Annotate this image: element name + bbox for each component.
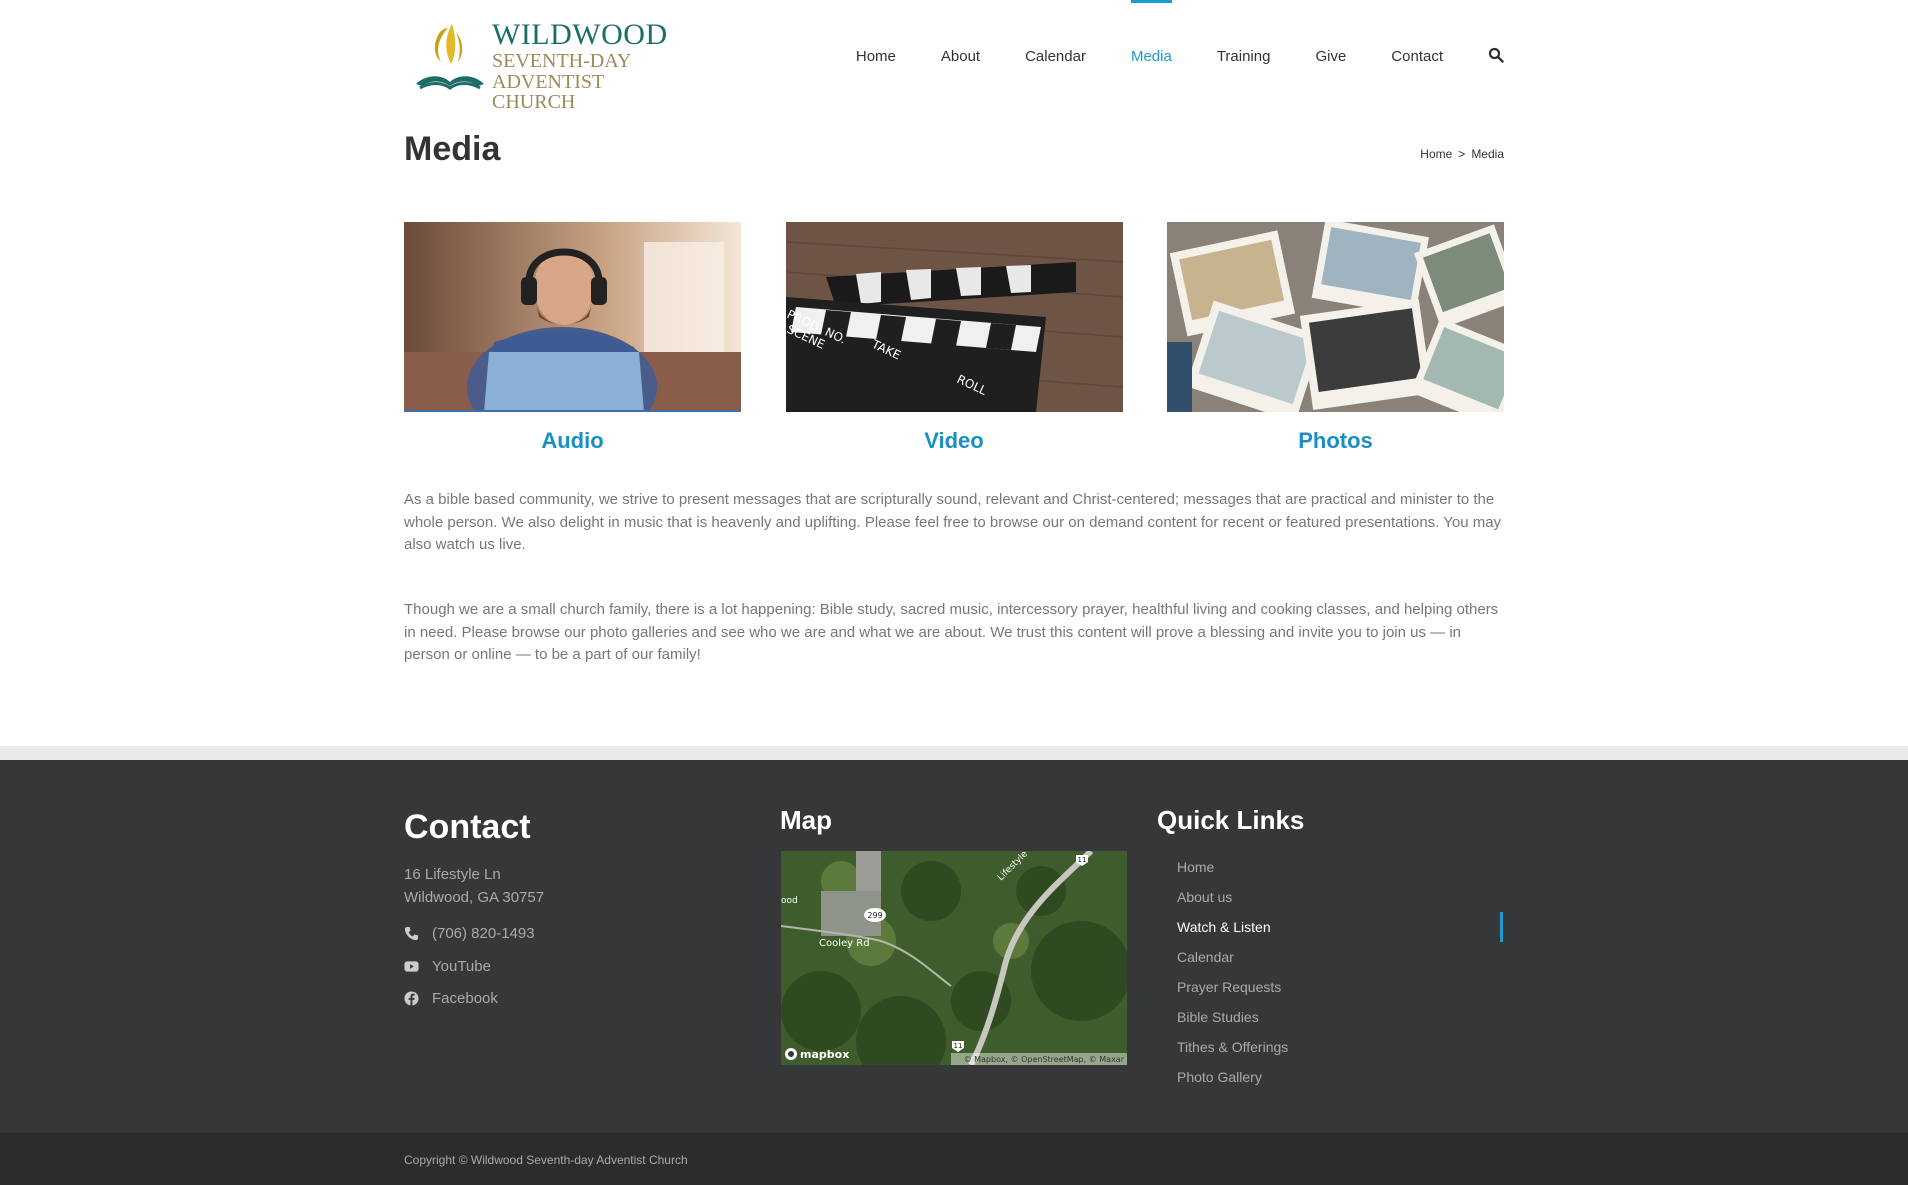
address: 16 Lifestyle Ln Wildwood, GA 30757 <box>404 863 544 909</box>
nav-home[interactable]: Home <box>856 0 896 110</box>
quick-link-watch-listen[interactable]: Watch & Listen <box>1177 917 1288 947</box>
breadcrumb-current: Media <box>1471 147 1504 161</box>
contact-heading: Contact <box>404 808 531 846</box>
facebook-link[interactable]: Facebook <box>404 990 498 1007</box>
search-icon[interactable] <box>1488 47 1504 63</box>
nav-give[interactable]: Give <box>1315 0 1346 110</box>
satellite-map[interactable]: Cooley Rd Lifestyle ood 299 11 11 mapbox… <box>781 851 1127 1065</box>
quick-link-tithes-offerings[interactable]: Tithes & Offerings <box>1177 1037 1288 1067</box>
page-title: Media <box>404 130 501 168</box>
intro-text: As a bible based community, we strive to… <box>404 491 1502 531</box>
youtube-icon <box>404 961 419 972</box>
map-label-edge: ood <box>781 896 798 906</box>
logo-line-2: SEVENTH-DAY <box>492 50 632 72</box>
church-logo[interactable]: WILDWOOD SEVENTH-DAY ADVENTIST CHURCH <box>412 20 667 112</box>
audio-title[interactable]: Audio <box>404 428 741 454</box>
facebook-icon <box>404 991 419 1006</box>
quick-link-calendar[interactable]: Calendar <box>1177 947 1288 977</box>
breadcrumb-home[interactable]: Home <box>1420 147 1452 161</box>
active-link-indicator <box>1500 912 1503 942</box>
location-map[interactable]: Cooley Rd Lifestyle ood 299 11 11 mapbox… <box>781 851 1127 1065</box>
breadcrumb: Home > Media <box>1420 147 1504 161</box>
audio-image[interactable] <box>404 222 741 412</box>
site-footer: Contact 16 Lifestyle Ln Wildwood, GA 307… <box>0 760 1908 1133</box>
nav-training[interactable]: Training <box>1217 0 1271 110</box>
audio-tile: Audio <box>404 222 741 454</box>
map-marker-299: 299 <box>867 911 882 920</box>
phone-link[interactable]: (706) 820-1493 <box>404 925 535 942</box>
quick-link-home[interactable]: Home <box>1177 857 1288 887</box>
quick-link-about[interactable]: About us <box>1177 887 1288 917</box>
photos-image[interactable] <box>1167 222 1504 412</box>
map-label-cooley-rd: Cooley Rd <box>819 938 870 949</box>
video-title[interactable]: Video <box>786 428 1123 454</box>
map-attribution[interactable]: © Mapbox, © OpenStreetMap, © Maxar <box>964 1055 1125 1064</box>
nav-media[interactable]: Media <box>1130 0 1172 110</box>
map-heading: Map <box>780 805 832 835</box>
quick-link-bible-studies[interactable]: Bible Studies <box>1177 1007 1288 1037</box>
nav-contact[interactable]: Contact <box>1391 0 1443 110</box>
quick-link-photo-gallery[interactable]: Photo Gallery <box>1177 1067 1288 1097</box>
breadcrumb-separator: > <box>1458 147 1466 161</box>
copyright-text: Copyright © Wildwood Seventh-day Adventi… <box>404 1153 688 1167</box>
site-header: WILDWOOD SEVENTH-DAY ADVENTIST CHURCH Ho… <box>0 0 1908 112</box>
quick-links-list: Home About us Watch & Listen Calendar Pr… <box>1177 857 1288 1097</box>
youtube-link[interactable]: YouTube <box>404 958 491 975</box>
mapbox-logo[interactable]: mapbox <box>800 1048 849 1061</box>
photos-tile: Photos <box>1167 222 1504 454</box>
address-line-2: Wildwood, GA 30757 <box>404 889 545 906</box>
nav-about[interactable]: About <box>941 0 980 110</box>
youtube-label: YouTube <box>432 958 491 975</box>
media-tiles: Audio PROD. NO. SCENE TAKE ROLL Video Ph… <box>404 222 1504 454</box>
community-paragraph: Though we are a small church family, the… <box>404 601 1499 663</box>
footer-divider <box>0 746 1908 760</box>
intro-text-live: also watch us live. <box>404 536 526 553</box>
quick-link-prayer-requests[interactable]: Prayer Requests <box>1177 977 1288 1007</box>
logo-line-1: WILDWOOD <box>492 18 668 51</box>
phone-number: (706) 820-1493 <box>432 925 535 942</box>
address-line-1: 16 Lifestyle Ln <box>404 866 501 883</box>
copyright-bar: Copyright © Wildwood Seventh-day Adventi… <box>0 1133 1908 1185</box>
flame-bible-logo-icon <box>416 24 484 90</box>
photos-title[interactable]: Photos <box>1167 428 1504 454</box>
video-tile: PROD. NO. SCENE TAKE ROLL Video <box>785 222 1123 454</box>
logo-line-3: ADVENTIST CHURCH <box>492 71 604 113</box>
intro-paragraph: As a bible based community, we strive to… <box>404 489 1504 557</box>
map-marker-11-bottom: 11 <box>954 1042 963 1050</box>
video-image[interactable]: PROD. NO. SCENE TAKE ROLL <box>785 222 1123 412</box>
quick-links-heading: Quick Links <box>1157 805 1305 835</box>
facebook-label: Facebook <box>432 990 498 1007</box>
map-marker-11-top: 11 <box>1078 856 1087 864</box>
phone-icon <box>404 926 419 941</box>
main-nav: Home About Calendar Media Training Give … <box>811 0 1504 110</box>
nav-calendar[interactable]: Calendar <box>1025 0 1086 110</box>
